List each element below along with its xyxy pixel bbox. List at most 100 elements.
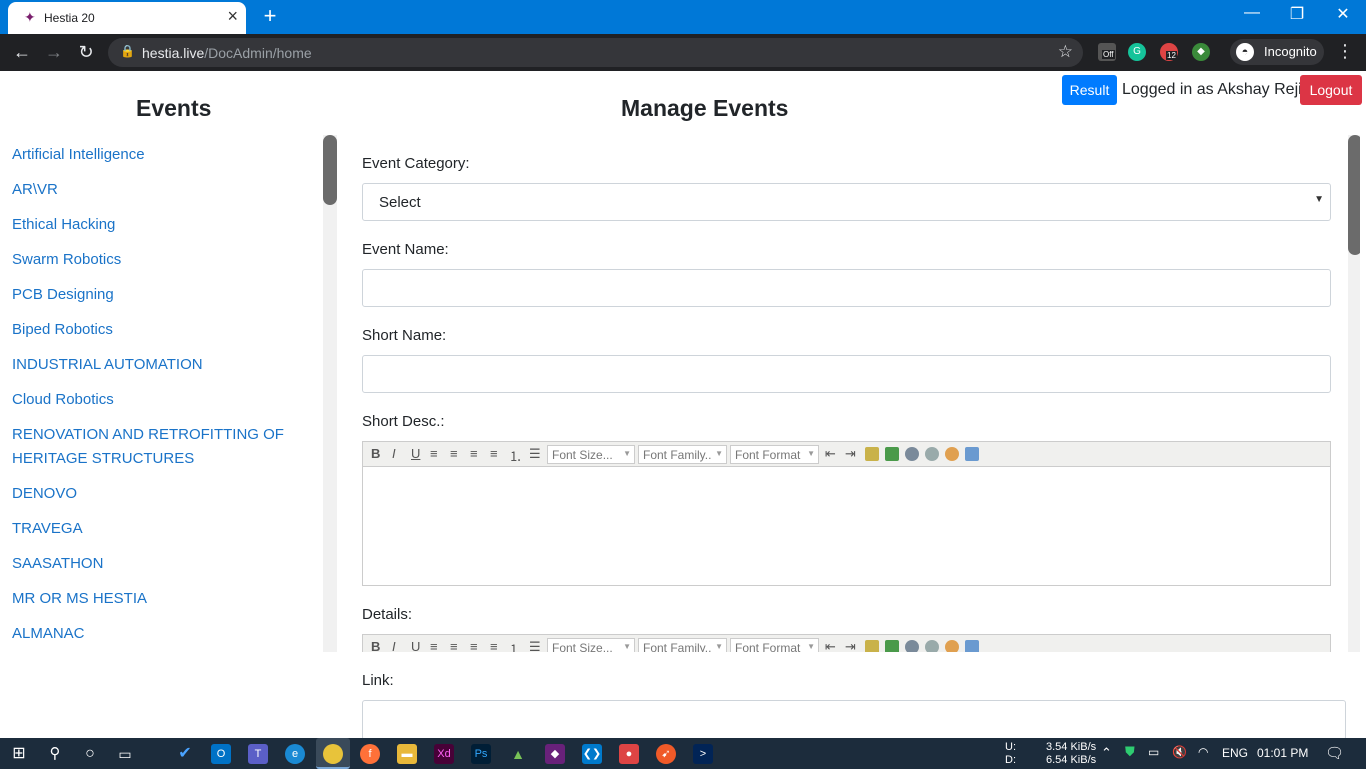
cortana-icon[interactable]: ○ bbox=[80, 744, 100, 764]
battery-icon[interactable]: ▭ bbox=[1148, 745, 1159, 759]
font-format-dropdown[interactable]: Font Format ▼ bbox=[730, 445, 819, 464]
align-center-icon[interactable]: ≡ bbox=[450, 446, 458, 461]
logout-button[interactable]: Logout bbox=[1300, 75, 1362, 105]
notifications-icon[interactable]: 🗨 bbox=[1325, 744, 1344, 762]
window-close-icon[interactable]: ✕ bbox=[1328, 4, 1358, 24]
event-link[interactable]: HERITAGE STRUCTURES bbox=[12, 447, 194, 471]
event-link[interactable]: Swarm Robotics bbox=[12, 248, 121, 272]
event-category-select[interactable]: Select ▼ bbox=[362, 183, 1331, 221]
wifi-icon[interactable]: ◠ bbox=[1198, 745, 1208, 759]
event-link[interactable]: Biped Robotics bbox=[12, 318, 113, 342]
indent-icon[interactable]: ⇥ bbox=[845, 446, 856, 462]
font-family-dropdown[interactable]: Font Family.. ▼ bbox=[638, 445, 727, 464]
teams-icon[interactable]: T bbox=[248, 744, 268, 764]
restore-icon[interactable]: ❐ bbox=[1282, 4, 1312, 24]
close-tab-icon[interactable]: × bbox=[227, 7, 238, 25]
event-link[interactable]: Artificial Intelligence bbox=[12, 143, 145, 167]
font-family-dropdown[interactable]: Font Family.. ▼ bbox=[638, 638, 727, 652]
align-center-icon[interactable]: ≡ bbox=[450, 639, 458, 652]
file-explorer-icon[interactable]: ▬ bbox=[397, 744, 417, 764]
indent-icon[interactable]: ⇥ bbox=[845, 639, 856, 652]
result-button[interactable]: Result bbox=[1062, 75, 1117, 105]
reload-icon[interactable]: ↻ bbox=[74, 41, 98, 63]
source-icon[interactable] bbox=[965, 447, 979, 461]
italic-icon[interactable]: I bbox=[392, 446, 396, 461]
align-justify-icon[interactable]: ≡ bbox=[490, 639, 498, 652]
photoshop-icon[interactable]: Ps bbox=[471, 744, 491, 764]
powershell-icon[interactable]: > bbox=[693, 744, 713, 764]
menu-kebab-icon[interactable]: ⋮ bbox=[1336, 41, 1354, 62]
event-link[interactable]: ALMANAC bbox=[12, 622, 85, 646]
extension-badge-icon[interactable]: 12 bbox=[1160, 43, 1178, 61]
underline-icon[interactable]: U bbox=[411, 446, 420, 461]
insert-image-icon[interactable] bbox=[885, 640, 899, 652]
ordered-list-icon[interactable]: ⒈ bbox=[509, 446, 522, 465]
font-size-dropdown[interactable]: Font Size... ▼ bbox=[547, 445, 635, 464]
color-palette-icon[interactable] bbox=[945, 640, 959, 652]
clock[interactable]: 01:01 PM bbox=[1257, 746, 1308, 760]
chrome-taskbar-button[interactable] bbox=[316, 738, 350, 769]
volume-mute-icon[interactable]: 🔇 bbox=[1172, 745, 1187, 759]
extension-off-icon[interactable]: Off bbox=[1098, 43, 1116, 61]
firefox-icon[interactable]: f bbox=[360, 744, 380, 764]
align-left-icon[interactable]: ≡ bbox=[430, 639, 438, 652]
chevron-up-icon[interactable]: ⌃ bbox=[1101, 745, 1112, 761]
outdent-icon[interactable]: ⇤ bbox=[825, 639, 836, 652]
windows-start-icon[interactable]: ⊞ bbox=[9, 744, 29, 764]
bold-icon[interactable]: B bbox=[371, 446, 380, 461]
event-link[interactable]: Ethical Hacking bbox=[12, 213, 115, 237]
address-bar[interactable]: 🔒 hestia.live/DocAdmin/home ☆ bbox=[108, 38, 1083, 67]
sidebar-scrollbar[interactable] bbox=[323, 135, 337, 652]
grammarly-icon[interactable]: G bbox=[1128, 43, 1146, 61]
italic-icon[interactable]: I bbox=[392, 639, 396, 652]
details-editor[interactable]: B I U ≡ ≡ ≡ ≡ ⒈ ☰ Font Size... ▼ Font Fam… bbox=[362, 634, 1331, 652]
bullet-list-icon[interactable]: ☰ bbox=[529, 446, 541, 462]
font-size-dropdown[interactable]: Font Size... ▼ bbox=[547, 638, 635, 652]
vscode-icon[interactable]: ❮❯ bbox=[582, 744, 602, 764]
todo-icon[interactable]: ✔ bbox=[175, 744, 195, 764]
unlink-icon[interactable] bbox=[925, 640, 939, 652]
event-link[interactable]: MR OR MS HESTIA bbox=[12, 587, 147, 611]
align-right-icon[interactable]: ≡ bbox=[470, 446, 478, 461]
event-link[interactable]: RENOVATION AND RETROFITTING OF bbox=[12, 423, 284, 447]
event-link[interactable]: TRAVEGA bbox=[12, 517, 83, 541]
edit-html-icon[interactable] bbox=[865, 640, 879, 652]
event-link[interactable]: INDUSTRIAL AUTOMATION bbox=[12, 353, 203, 377]
link-input[interactable] bbox=[362, 700, 1346, 738]
outlook-icon[interactable]: O bbox=[211, 744, 231, 764]
short-name-input[interactable] bbox=[362, 355, 1331, 393]
event-name-input[interactable] bbox=[362, 269, 1331, 307]
back-icon[interactable]: ← bbox=[10, 41, 34, 63]
adobe-xd-icon[interactable]: Xd bbox=[434, 744, 454, 764]
bullet-list-icon[interactable]: ☰ bbox=[529, 639, 541, 652]
event-link[interactable]: PCB Designing bbox=[12, 283, 114, 307]
ordered-list-icon[interactable]: ⒈ bbox=[509, 639, 522, 652]
event-link[interactable]: AR\VR bbox=[12, 178, 58, 202]
align-left-icon[interactable]: ≡ bbox=[430, 446, 438, 461]
font-format-dropdown[interactable]: Font Format ▼ bbox=[730, 638, 819, 652]
event-link[interactable]: SAASATHON bbox=[12, 552, 103, 576]
forward-icon[interactable]: → bbox=[42, 41, 66, 63]
short-desc-editor[interactable]: B I U ≡ ≡ ≡ ≡ ⒈ ☰ Font Size... ▼ Font Fam… bbox=[362, 441, 1331, 586]
bold-icon[interactable]: B bbox=[371, 639, 380, 652]
insert-image-icon[interactable] bbox=[885, 447, 899, 461]
android-studio-icon[interactable]: ▲ bbox=[508, 744, 528, 764]
form-scroll-thumb[interactable] bbox=[1348, 135, 1360, 255]
bookmark-star-icon[interactable]: ☆ bbox=[1058, 42, 1073, 62]
sidebar-scroll-thumb[interactable] bbox=[323, 135, 337, 205]
link-icon[interactable] bbox=[905, 447, 919, 461]
align-justify-icon[interactable]: ≡ bbox=[490, 446, 498, 461]
source-icon[interactable] bbox=[965, 640, 979, 652]
form-scrollbar[interactable] bbox=[1348, 135, 1360, 652]
minimize-icon[interactable]: — bbox=[1237, 4, 1267, 22]
new-tab-icon[interactable]: + bbox=[260, 4, 280, 28]
browser-tab[interactable]: ✦ Hestia 20 × bbox=[8, 2, 246, 34]
app-red-icon[interactable]: ● bbox=[619, 744, 639, 764]
outdent-icon[interactable]: ⇤ bbox=[825, 446, 836, 462]
language-indicator[interactable]: ENG bbox=[1222, 746, 1248, 760]
edge-icon[interactable]: e bbox=[285, 744, 305, 764]
edit-html-icon[interactable] bbox=[865, 447, 879, 461]
shield-icon[interactable]: ⛊ bbox=[1125, 744, 1135, 760]
task-view-icon[interactable]: ▭ bbox=[115, 744, 135, 764]
underline-icon[interactable]: U bbox=[411, 639, 420, 652]
